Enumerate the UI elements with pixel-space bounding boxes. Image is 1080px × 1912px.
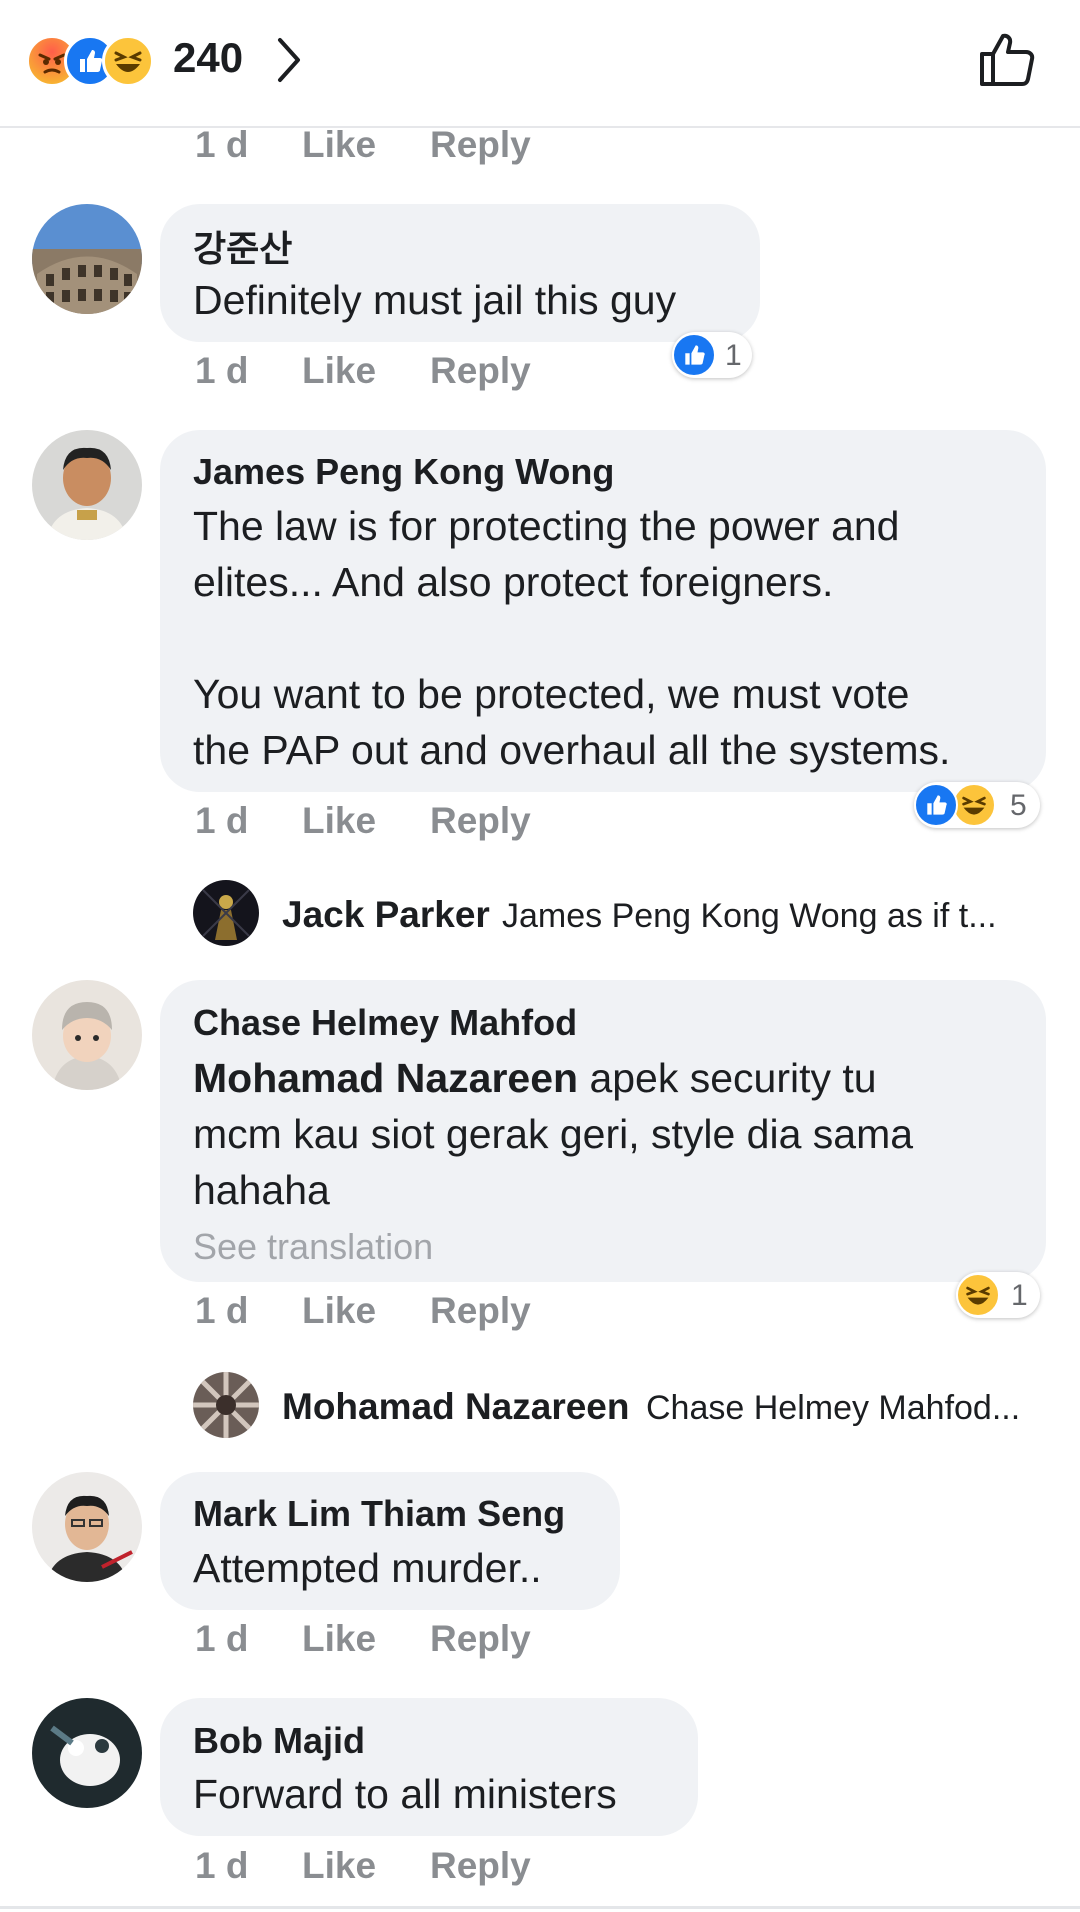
comment-text-line: The law is for protecting the power and xyxy=(193,503,900,549)
like-icon xyxy=(672,333,716,377)
timestamp: 1 d xyxy=(195,124,249,165)
chevron-right-icon[interactable] xyxy=(276,36,302,84)
comment-text: Definitely must jail this guy xyxy=(193,277,677,323)
comment-text-line: mcm kau siot gerak geri, style dia sama xyxy=(193,1111,914,1157)
reply-author[interactable]: Jack Parker xyxy=(282,894,490,936)
reaction-count[interactable]: 240 xyxy=(173,34,243,82)
reply-snippet: Chase Helmey Mahfod... xyxy=(646,1389,1021,1427)
commenter-name[interactable]: Chase Helmey Mahfod xyxy=(193,1002,577,1044)
reaction-count: 1 xyxy=(725,339,742,372)
comment-text-line: You want to be protected, we must vote xyxy=(193,671,910,717)
reactions-header: 240 xyxy=(0,0,1080,128)
like-link[interactable]: Like xyxy=(302,124,376,166)
avatar[interactable] xyxy=(193,1372,259,1438)
avatar[interactable] xyxy=(32,430,142,540)
commenter-name[interactable]: 강준산 xyxy=(193,220,292,272)
comment-text-line: Mohamad Nazareen apek security tu xyxy=(193,1050,877,1106)
mention[interactable]: Mohamad Nazareen xyxy=(193,1055,578,1101)
reaction-summary[interactable] xyxy=(26,32,316,90)
reaction-count: 5 xyxy=(1010,789,1027,822)
haha-icon xyxy=(952,783,996,827)
comment-text: apek security tu xyxy=(578,1055,877,1101)
avatar[interactable] xyxy=(32,204,142,314)
commenter-name[interactable]: Bob Majid xyxy=(193,1720,365,1762)
timestamp: 1 d xyxy=(195,1290,249,1331)
haha-icon xyxy=(102,35,154,87)
comment-text: Attempted murder.. xyxy=(193,1545,542,1591)
reply-link[interactable]: Reply xyxy=(430,800,531,842)
reply-author[interactable]: Mohamad Nazareen xyxy=(282,1386,630,1428)
reaction-pill[interactable]: 1 xyxy=(672,332,752,378)
reply-link[interactable]: Reply xyxy=(430,124,531,166)
like-link[interactable]: Like xyxy=(302,1618,376,1660)
comment-text: Forward to all ministers xyxy=(193,1771,617,1817)
timestamp: 1 d xyxy=(195,800,249,841)
timestamp: 1 d xyxy=(195,350,249,391)
reply-preview[interactable]: Jack Parker James Peng Kong Wong as if t… xyxy=(280,890,1040,940)
reaction-count: 1 xyxy=(1011,1279,1028,1312)
haha-icon xyxy=(956,1273,1000,1317)
reply-snippet: James Peng Kong Wong as if t... xyxy=(502,897,997,935)
avatar[interactable] xyxy=(32,980,142,1090)
timestamp: 1 d xyxy=(195,1845,249,1886)
like-icon xyxy=(914,783,958,827)
commenter-name[interactable]: James Peng Kong Wong xyxy=(193,451,614,493)
reaction-pill[interactable]: 5 xyxy=(914,782,1040,828)
comment-text-line: the PAP out and overhaul all the systems… xyxy=(193,727,951,773)
bottom-divider xyxy=(0,1906,1080,1909)
avatar[interactable] xyxy=(32,1698,142,1808)
thumbs-up-outline-icon[interactable] xyxy=(978,30,1036,88)
reply-link[interactable]: Reply xyxy=(430,1618,531,1660)
reply-link[interactable]: Reply xyxy=(430,1845,531,1887)
reply-link[interactable]: Reply xyxy=(430,1290,531,1332)
reply-link[interactable]: Reply xyxy=(430,350,531,392)
comment-text-line: elites... And also protect foreigners. xyxy=(193,559,834,605)
see-translation-link[interactable]: See translation xyxy=(193,1226,433,1268)
like-link[interactable]: Like xyxy=(302,1845,376,1887)
avatar[interactable] xyxy=(193,880,259,946)
reaction-pill[interactable]: 1 xyxy=(956,1272,1040,1318)
commenter-name[interactable]: Mark Lim Thiam Seng xyxy=(193,1493,565,1535)
like-link[interactable]: Like xyxy=(302,800,376,842)
timestamp: 1 d xyxy=(195,1618,249,1659)
like-link[interactable]: Like xyxy=(302,1290,376,1332)
avatar[interactable] xyxy=(32,1472,142,1582)
comment-text-line: hahaha xyxy=(193,1167,330,1213)
like-link[interactable]: Like xyxy=(302,350,376,392)
reply-preview[interactable]: Mohamad Nazareen Chase Helmey Mahfod... xyxy=(280,1382,1050,1432)
